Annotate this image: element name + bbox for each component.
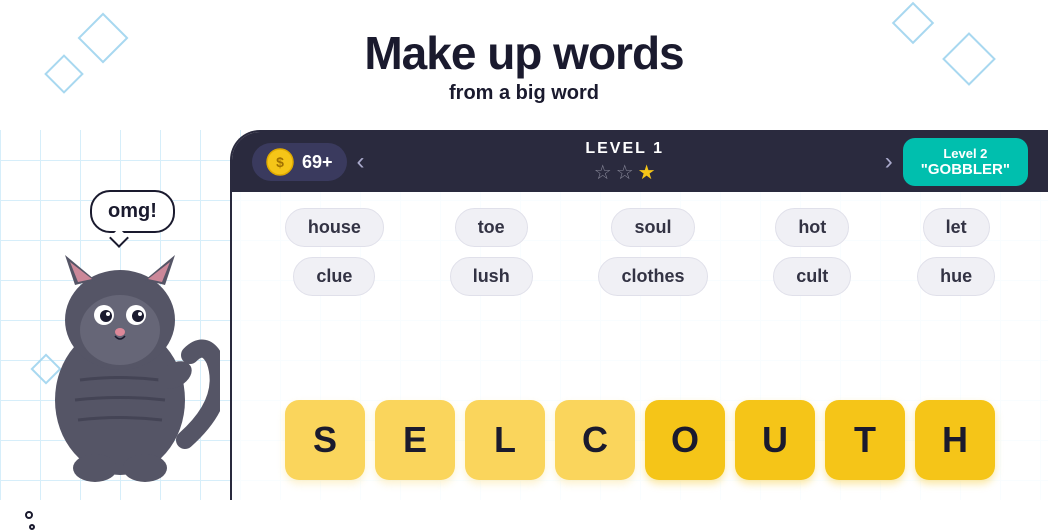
word-house[interactable]: house — [285, 208, 384, 247]
bubble-dot-large — [25, 511, 33, 519]
word-let[interactable]: let — [923, 208, 990, 247]
game-panel: $ 69+ ‹ LEVEL 1 ☆ ☆ ★ › Level 2 "GOBBLER… — [230, 130, 1048, 500]
word-lush[interactable]: lush — [450, 257, 533, 296]
letter-tile-U[interactable]: U — [735, 400, 815, 480]
cat-container: omg! — [0, 130, 280, 500]
word-toe[interactable]: toe — [455, 208, 528, 247]
stars-container: ☆ ☆ ★ — [594, 160, 656, 185]
speech-text: omg! — [108, 200, 157, 222]
word-column-0: house clue — [285, 208, 384, 296]
word-clue[interactable]: clue — [293, 257, 375, 296]
letter-tile-E[interactable]: E — [375, 400, 455, 480]
arrow-right-icon: › — [885, 148, 893, 175]
letter-tile-O[interactable]: O — [645, 400, 725, 480]
star-2: ☆ — [616, 160, 634, 185]
letter-tile-S[interactable]: S — [285, 400, 365, 480]
next-level-button[interactable]: › — [875, 148, 903, 176]
next-level-label: Level 2 — [943, 146, 987, 161]
header-area: Make up words from a big word — [0, 0, 1048, 130]
prev-level-button[interactable]: ‹ — [347, 148, 375, 176]
word-soul[interactable]: soul — [611, 208, 694, 247]
star-3: ★ — [638, 160, 656, 185]
level-info: LEVEL 1 ☆ ☆ ★ — [375, 140, 875, 185]
word-column-2: soul clothes — [598, 208, 707, 296]
letter-tile-C[interactable]: C — [555, 400, 635, 480]
arrow-left-icon: ‹ — [357, 148, 365, 175]
letter-tile-L[interactable]: L — [465, 400, 545, 480]
next-level-name: "GOBBLER" — [921, 161, 1010, 178]
main-title: Make up words — [364, 26, 683, 80]
word-clothes[interactable]: clothes — [598, 257, 707, 296]
next-level-badge[interactable]: Level 2 "GOBBLER" — [903, 138, 1028, 186]
word-hot[interactable]: hot — [775, 208, 849, 247]
word-column-3: hot cult — [773, 208, 851, 296]
bubble-dots — [25, 511, 35, 530]
bubble-dot-small — [29, 524, 35, 530]
word-hue[interactable]: hue — [917, 257, 995, 296]
sub-title: from a big word — [449, 82, 599, 105]
word-column-1: toe lush — [450, 208, 533, 296]
panel-bar: $ 69+ ‹ LEVEL 1 ☆ ☆ ★ › Level 2 "GOBBLER… — [232, 132, 1048, 192]
coin-amount: 69+ — [302, 152, 333, 173]
speech-bubble: omg! — [90, 190, 175, 233]
word-grid: house clue toe lush soul clothes hot cul… — [232, 192, 1048, 312]
letter-row: S E L C O U T H — [232, 400, 1048, 480]
level-label: LEVEL 1 — [585, 140, 664, 158]
word-column-4: let hue — [917, 208, 995, 296]
star-1: ☆ — [594, 160, 612, 185]
word-cult[interactable]: cult — [773, 257, 851, 296]
letter-tile-H[interactable]: H — [915, 400, 995, 480]
letter-tile-T[interactable]: T — [825, 400, 905, 480]
word-columns: house clue toe lush soul clothes hot cul… — [252, 208, 1028, 296]
